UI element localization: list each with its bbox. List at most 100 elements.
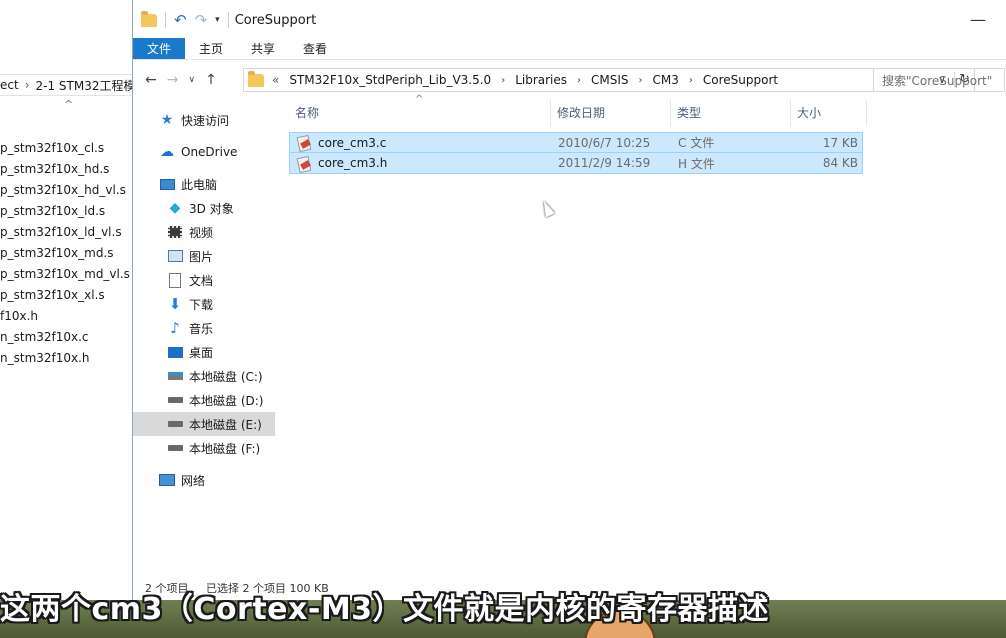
column-header-size[interactable]: 大小 — [791, 100, 867, 126]
download-icon: ⬇ — [168, 295, 182, 313]
nav-drive-d[interactable]: 本地磁盘 (D:) — [133, 388, 275, 412]
list-item[interactable]: p_stm32f10x_md_vl.s — [0, 264, 130, 285]
address-bar[interactable]: « STM32F10x_StdPeriph_Lib_V3.5.0 › Libra… — [243, 68, 975, 92]
redo-icon[interactable]: ↷ — [195, 12, 208, 28]
nav-quick-access[interactable]: ★ 快速访问 — [133, 108, 275, 132]
chevron-right-icon: › — [24, 78, 30, 92]
nav-label: 本地磁盘 (E:) — [189, 417, 262, 432]
nav-label: 音乐 — [189, 321, 214, 336]
nav-documents[interactable]: 文档 — [133, 268, 275, 292]
breadcrumb-libraries[interactable]: Libraries — [515, 73, 567, 87]
file-date: 2010/6/7 10:25 — [558, 135, 651, 150]
background-file-list: p_stm32f10x_cl.s p_stm32f10x_hd.s p_stm3… — [0, 138, 130, 369]
table-row[interactable]: core_cm3.c 2010/6/7 10:25 C 文件 17 KB — [289, 132, 863, 153]
back-arrow-icon[interactable]: ← — [145, 72, 157, 88]
list-item[interactable]: f10x.h — [0, 306, 130, 327]
nav-label: 网络 — [181, 473, 206, 488]
desktop-icon — [167, 345, 183, 359]
tab-view[interactable]: 查看 — [289, 38, 341, 59]
breadcrumb-cm3[interactable]: CM3 — [653, 73, 679, 87]
file-name: core_cm3.c — [318, 135, 387, 150]
drive-icon — [167, 441, 183, 455]
nav-desktop[interactable]: 桌面 — [133, 340, 275, 364]
nav-label: 本地磁盘 (D:) — [189, 393, 264, 408]
column-header-date[interactable]: 修改日期 — [551, 100, 671, 126]
sort-up-icon: ^ — [64, 98, 74, 111]
chevron-right-icon[interactable]: › — [577, 75, 581, 86]
nav-pictures[interactable]: 图片 — [133, 244, 275, 268]
quick-access-toolbar: ↶ ↷ ▾ — [141, 10, 229, 28]
nav-label: 本地磁盘 (F:) — [189, 441, 261, 456]
file-name-cell: core_cm3.h — [290, 156, 552, 171]
customize-dropdown-icon[interactable]: ▾ — [215, 15, 220, 25]
search-input[interactable]: 搜索"CoreSupport" — [873, 68, 1005, 92]
title-bar[interactable]: ↶ ↷ ▾ CoreSupport — — [133, 0, 1006, 40]
explorer-window[interactable]: ↶ ↷ ▾ CoreSupport — 文件 主页 共享 查看 ← → ∨ ↑ … — [132, 0, 1006, 600]
list-item[interactable]: p_stm32f10x_hd.s — [0, 159, 130, 180]
folder-icon — [141, 10, 157, 27]
nav-label: 本地磁盘 (C:) — [189, 369, 263, 384]
nav-label: 下载 — [189, 297, 214, 312]
sort-up-icon: ^ — [415, 94, 424, 105]
nav-label: 此电脑 — [181, 177, 218, 192]
document-icon — [167, 272, 183, 288]
list-item[interactable]: p_stm32f10x_ld.s — [0, 201, 130, 222]
forward-arrow-icon[interactable]: → — [167, 72, 179, 88]
background-crumb-2[interactable]: 2-1 STM32工程模 — [36, 77, 136, 94]
file-rows: core_cm3.c 2010/6/7 10:25 C 文件 17 KB cor… — [289, 132, 1006, 174]
nav-label: 桌面 — [189, 345, 214, 360]
breadcrumb-cmsis[interactable]: CMSIS — [591, 73, 629, 87]
list-item[interactable]: p_stm32f10x_xl.s — [0, 285, 130, 306]
nav-this-pc[interactable]: 此电脑 — [133, 172, 275, 196]
background-breadcrumb[interactable]: ect › 2-1 STM32工程模 — [0, 74, 136, 96]
tab-home[interactable]: 主页 — [185, 38, 237, 59]
overflow-icon[interactable]: « — [272, 73, 279, 87]
nav-label: 3D 对象 — [189, 201, 234, 216]
computer-icon — [159, 177, 175, 191]
breadcrumb-coresupport[interactable]: CoreSupport — [703, 73, 778, 87]
music-note-icon: ♪ — [170, 319, 180, 337]
file-size: 17 KB — [822, 135, 858, 150]
header-file-icon — [296, 156, 312, 171]
undo-icon[interactable]: ↶ — [174, 12, 187, 28]
background-crumb-1[interactable]: ect — [0, 78, 19, 92]
nav-downloads[interactable]: ⬇ 下载 — [133, 292, 275, 316]
nav-onedrive[interactable]: ☁ OneDrive — [133, 140, 275, 164]
chevron-right-icon[interactable]: › — [501, 75, 505, 86]
video-subtitle: 这两个cm3（Cortex-M3）文件就是内核的寄存器描述 — [0, 592, 770, 627]
breadcrumb-stdperiph[interactable]: STM32F10x_StdPeriph_Lib_V3.5.0 — [289, 73, 491, 87]
list-item[interactable]: n_stm32f10x.h — [0, 348, 130, 369]
nav-drive-e[interactable]: 本地磁盘 (E:) — [133, 412, 275, 436]
nav-drive-c[interactable]: 本地磁盘 (C:) — [133, 364, 275, 388]
tab-share[interactable]: 共享 — [237, 38, 289, 59]
list-item[interactable]: p_stm32f10x_md.s — [0, 243, 130, 264]
tab-file[interactable]: 文件 — [133, 38, 186, 59]
list-item[interactable]: p_stm32f10x_ld_vl.s — [0, 222, 130, 243]
nav-3d-objects[interactable]: ◆ 3D 对象 — [133, 196, 275, 220]
list-item[interactable]: p_stm32f10x_cl.s — [0, 138, 130, 159]
source-file-icon — [296, 135, 312, 150]
ribbon-tabs: 文件 主页 共享 查看 — [133, 38, 1006, 60]
background-explorer-window[interactable]: ect › 2-1 STM32工程模 ^ p_stm32f10x_cl.s p_… — [0, 0, 136, 600]
column-header-type[interactable]: 类型 — [671, 100, 791, 126]
table-row[interactable]: core_cm3.h 2011/2/9 14:59 H 文件 84 KB — [289, 153, 863, 174]
chevron-right-icon[interactable]: › — [639, 75, 643, 86]
nav-videos[interactable]: 视频 — [133, 220, 275, 244]
list-item[interactable]: p_stm32f10x_hd_vl.s — [0, 180, 130, 201]
film-icon — [167, 225, 183, 239]
nav-drive-f[interactable]: 本地磁盘 (F:) — [133, 436, 275, 460]
file-list-pane: ^ 名称 修改日期 类型 大小 core_cm3.c 2010/6/7 10:2… — [289, 94, 1006, 174]
close-icon[interactable]: — — [970, 10, 986, 29]
nav-label: 快速访问 — [181, 113, 230, 128]
nav-network[interactable]: 网络 — [133, 468, 275, 492]
file-name-cell: core_cm3.c — [290, 135, 552, 150]
navigation-pane: ★ 快速访问 ☁ OneDrive 此电脑 ◆ 3D 对象 视频 图片 文档 ⬇ — [133, 108, 275, 492]
nav-label: 视频 — [189, 225, 214, 240]
nav-music[interactable]: ♪ 音乐 — [133, 316, 275, 340]
chevron-right-icon[interactable]: › — [689, 75, 693, 86]
nav-label: 图片 — [189, 249, 214, 264]
list-item[interactable]: n_stm32f10x.c — [0, 327, 130, 348]
up-arrow-icon[interactable]: ↑ — [205, 72, 217, 88]
recent-locations-icon[interactable]: ∨ — [188, 75, 195, 85]
system-drive-icon — [167, 369, 183, 383]
